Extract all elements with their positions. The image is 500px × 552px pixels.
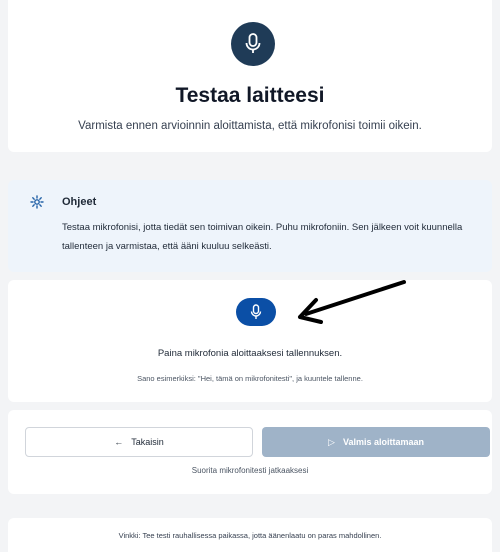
- page-title: Testaa laitteesi: [175, 84, 325, 107]
- microphone-icon: [250, 304, 262, 319]
- record-mic-button[interactable]: [236, 298, 276, 326]
- mic-test-page: Testaa laitteesi Varmista ennen arvioinn…: [0, 0, 500, 552]
- mic-prompt-text: Paina mikrofonia aloittaaksesi tallennuk…: [157, 348, 343, 359]
- instructions-text: Testaa mikrofonisi, jotta tiedät sen toi…: [62, 222, 463, 252]
- instructions-title: Ohjeet: [62, 196, 97, 208]
- tip-text: Vinkki: Tee testi rauhallisessa paikassa…: [118, 531, 382, 540]
- back-button[interactable]: ← Takaisin: [25, 427, 253, 457]
- arrow-left-icon: ←: [114, 437, 124, 447]
- back-button-label: Takaisin: [131, 437, 164, 447]
- ready-to-start-button[interactable]: ▷ Valmis aloittamaan: [262, 427, 490, 457]
- microphone-icon: [231, 22, 275, 66]
- mic-example-text: Sano esimerkiksi: "Hei, tämä on mikrofon…: [137, 374, 363, 383]
- pointer-arrow-icon: [298, 280, 406, 324]
- gear-icon: [30, 195, 44, 209]
- page-subtitle: Varmista ennen arvioinnin aloittamista, …: [78, 120, 422, 132]
- actions-hint-text: Suorita mikrofonitesti jatkaaksesi: [191, 466, 309, 475]
- ready-button-label: Valmis aloittamaan: [342, 437, 424, 447]
- play-icon: ▷: [328, 436, 335, 447]
